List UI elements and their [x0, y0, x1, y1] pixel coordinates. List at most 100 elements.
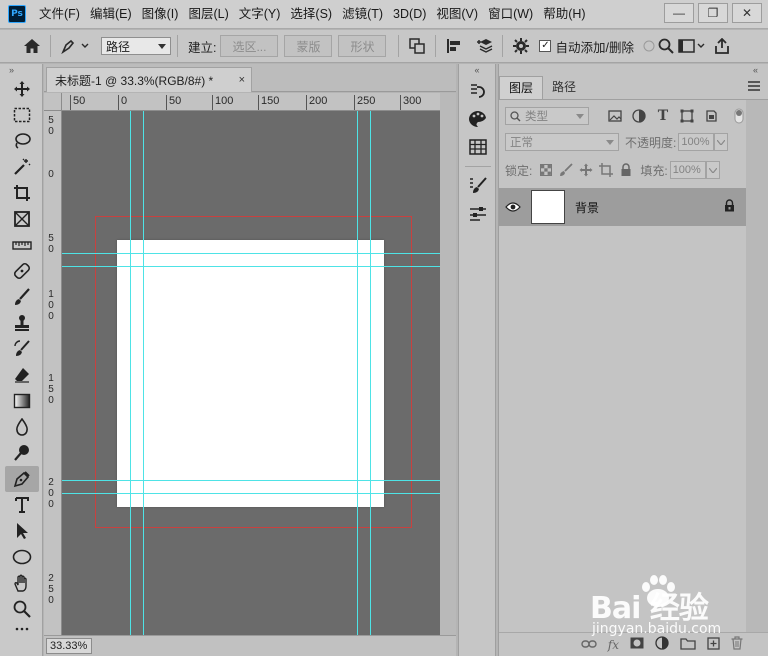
fill-dropdown[interactable]	[705, 161, 720, 179]
eye-icon[interactable]	[499, 202, 527, 212]
ruler-tool-icon[interactable]	[5, 232, 39, 258]
menu-window[interactable]: 窗口(W)	[483, 0, 538, 29]
swatches-panel-icon[interactable]	[463, 134, 493, 160]
path-operations-icon[interactable]	[405, 34, 429, 58]
frame-tool-icon[interactable]	[5, 206, 39, 232]
tab-paths[interactable]: 路径	[543, 76, 585, 99]
filter-adjustment-icon[interactable]	[629, 106, 649, 126]
history-panel-icon[interactable]	[463, 78, 493, 104]
layer-filter-select[interactable]: 类型	[505, 107, 589, 125]
hand-tool-icon[interactable]	[5, 570, 39, 596]
guide-horizontal[interactable]	[62, 266, 440, 267]
auto-add-delete-option[interactable]: ✓ 自动添加/删除	[539, 37, 634, 56]
menu-file[interactable]: 文件(F)	[34, 0, 85, 29]
make-mask-button[interactable]: 蒙版	[284, 35, 333, 57]
lock-all-icon[interactable]	[616, 160, 636, 180]
clone-stamp-tool-icon[interactable]	[5, 310, 39, 336]
healing-brush-tool-icon[interactable]	[5, 258, 39, 284]
crop-tool-icon[interactable]	[5, 180, 39, 206]
minimize-button[interactable]: —	[664, 3, 694, 23]
menu-select[interactable]: 选择(S)	[285, 0, 337, 29]
menu-3d[interactable]: 3D(D)	[388, 0, 431, 29]
restore-button[interactable]: ❐	[698, 3, 728, 23]
opacity-field[interactable]: 100%	[678, 133, 715, 151]
tab-layers[interactable]: 图层	[499, 76, 544, 99]
menu-image[interactable]: 图像(I)	[137, 0, 184, 29]
type-tool-icon[interactable]	[5, 492, 39, 518]
menu-type[interactable]: 文字(Y)	[234, 0, 286, 29]
guide-vertical[interactable]	[357, 111, 358, 635]
guide-horizontal[interactable]	[62, 253, 440, 254]
filter-smart-object-icon[interactable]	[701, 106, 721, 126]
guide-vertical[interactable]	[370, 111, 371, 635]
guide-horizontal[interactable]	[62, 480, 440, 481]
home-icon[interactable]	[20, 34, 44, 58]
menu-layer[interactable]: 图层(L)	[183, 0, 233, 29]
zoom-tool-icon[interactable]	[5, 596, 39, 622]
color-panel-icon[interactable]	[463, 106, 493, 132]
properties-panel-icon[interactable]	[463, 201, 493, 227]
mode-select[interactable]: 路径	[101, 37, 171, 55]
filter-type-icon[interactable]: T	[653, 106, 673, 126]
pen-tool-preset-icon[interactable]	[57, 34, 93, 58]
lock-transparent-pixels-icon[interactable]	[536, 160, 556, 180]
menu-filter[interactable]: 滤镜(T)	[337, 0, 388, 29]
strip-collapse-icon[interactable]: «	[459, 64, 495, 76]
path-arrangement-icon[interactable]	[472, 34, 496, 58]
fill-field[interactable]: 100%	[669, 161, 706, 179]
opacity-dropdown[interactable]	[714, 133, 729, 151]
menu-help[interactable]: 帮助(H)	[538, 0, 590, 29]
align-edges-icon[interactable]	[642, 34, 656, 58]
eraser-tool-icon[interactable]	[5, 362, 39, 388]
canvas-area[interactable]	[62, 111, 440, 635]
move-tool-icon[interactable]	[5, 76, 39, 102]
workspace-layout-icon[interactable]	[676, 34, 708, 58]
pen-tool-icon[interactable]	[5, 466, 39, 492]
layers-scrollbar[interactable]	[746, 100, 768, 632]
menu-view[interactable]: 视图(V)	[431, 0, 483, 29]
filter-pixel-icon[interactable]	[605, 106, 625, 126]
brush-settings-panel-icon[interactable]	[463, 173, 493, 199]
close-button[interactable]: ✕	[732, 3, 762, 23]
tab-close-icon[interactable]: ×	[239, 74, 245, 86]
ruler-origin[interactable]	[44, 93, 62, 111]
gear-icon[interactable]	[509, 34, 533, 58]
marquee-tool-icon[interactable]	[5, 102, 39, 128]
dodge-tool-icon[interactable]	[5, 440, 39, 466]
canvas-scrollbar[interactable]	[440, 93, 456, 635]
make-selection-button[interactable]: 选区...	[220, 35, 279, 57]
vertical-ruler[interactable]: 5 0 0 5 0 1 0 0 1 5 0 2 0 0 2 5 0	[44, 111, 62, 635]
guide-vertical[interactable]	[130, 111, 131, 635]
menu-edit[interactable]: 编辑(E)	[85, 0, 137, 29]
history-brush-tool-icon[interactable]	[5, 336, 39, 362]
magic-wand-tool-icon[interactable]	[5, 154, 39, 180]
panel-collapse-icon[interactable]: «	[499, 64, 768, 76]
blur-tool-icon[interactable]	[5, 414, 39, 440]
path-selection-tool-icon[interactable]	[5, 518, 39, 544]
auto-add-delete-checkbox[interactable]: ✓	[539, 40, 552, 52]
horizontal-ruler[interactable]: 50 0 50 100 150 200 250 300	[62, 93, 440, 111]
layer-row-background[interactable]: 背景	[499, 188, 747, 226]
lock-image-pixels-icon[interactable]	[556, 160, 576, 180]
zoom-level-field[interactable]: 33.33%	[46, 638, 92, 654]
lock-position-icon[interactable]	[576, 160, 596, 180]
guide-horizontal[interactable]	[62, 493, 440, 494]
toolbar-collapse-icon[interactable]: »	[0, 64, 42, 76]
lock-artboard-icon[interactable]	[596, 160, 616, 180]
blend-mode-select[interactable]: 正常	[505, 133, 619, 151]
brush-tool-icon[interactable]	[5, 284, 39, 310]
layer-thumbnail[interactable]	[531, 190, 565, 224]
search-icon[interactable]	[656, 34, 676, 58]
guide-vertical[interactable]	[143, 111, 144, 635]
make-shape-button[interactable]: 形状	[338, 35, 387, 57]
share-icon[interactable]	[710, 34, 734, 58]
document-tab[interactable]: 未标题-1 @ 33.3%(RGB/8#) * ×	[46, 67, 252, 92]
more-tools-icon[interactable]	[5, 622, 39, 636]
lasso-tool-icon[interactable]	[5, 128, 39, 154]
lock-icon[interactable]	[724, 199, 735, 215]
gradient-tool-icon[interactable]	[5, 388, 39, 414]
path-alignment-icon[interactable]	[442, 34, 466, 58]
layer-name[interactable]: 背景	[575, 199, 599, 216]
filter-shape-icon[interactable]	[677, 106, 697, 126]
panel-menu-icon[interactable]	[748, 80, 760, 94]
